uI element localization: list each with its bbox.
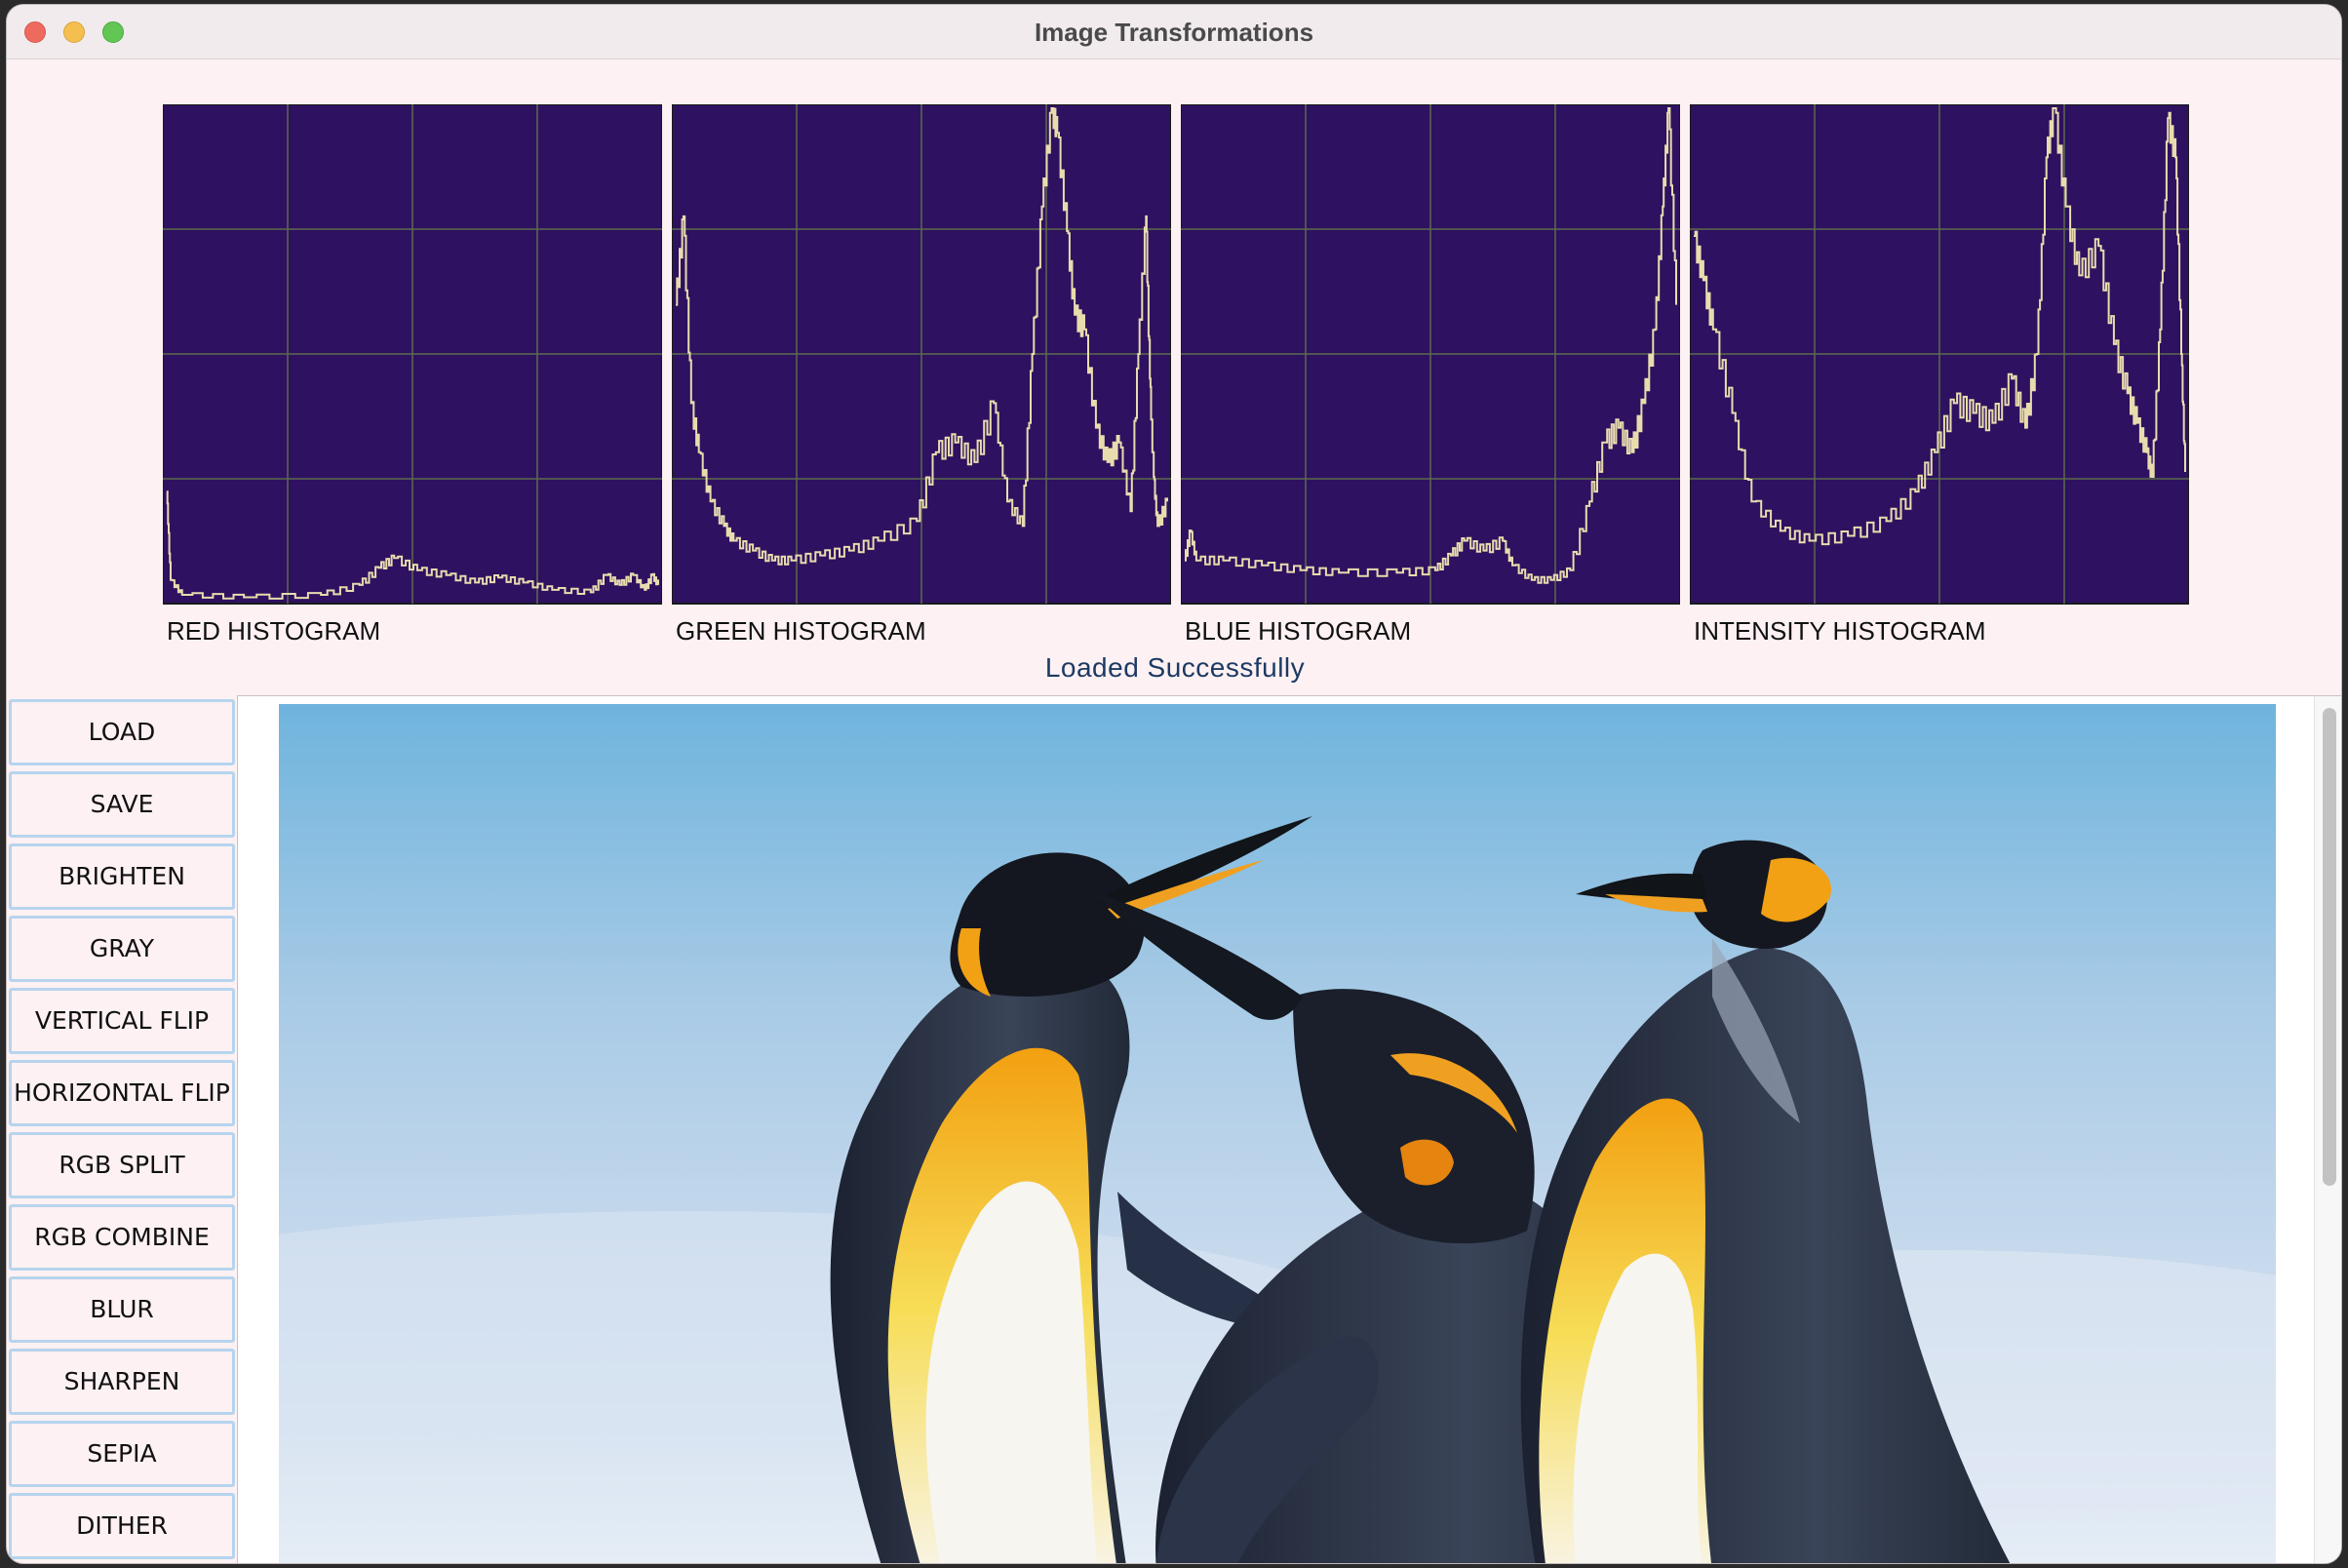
image-viewport[interactable] xyxy=(237,695,2341,1563)
app-window: Image Transformations RED HISTOGRAM GREE… xyxy=(6,4,2342,1564)
vertical-flip-button[interactable]: VERTICAL FLIP xyxy=(9,988,235,1054)
intensity-histogram-chart xyxy=(1690,104,2189,605)
dither-button[interactable]: DITHER xyxy=(9,1493,235,1559)
blue-histogram-label: BLUE HISTOGRAM xyxy=(1185,616,1412,646)
blur-button[interactable]: BLUR xyxy=(9,1276,235,1343)
scrollbar-thumb[interactable] xyxy=(2323,708,2336,1186)
save-button[interactable]: SAVE xyxy=(9,771,235,838)
gray-button[interactable]: GRAY xyxy=(9,916,235,982)
red-histogram-label: RED HISTOGRAM xyxy=(167,616,381,646)
green-histogram-panel: GREEN HISTOGRAM xyxy=(672,104,1171,646)
status-message: Loaded Successfully xyxy=(1044,652,1306,683)
horizontal-flip-button[interactable]: HORIZONTAL FLIP xyxy=(9,1060,235,1126)
penguins-photo xyxy=(279,704,2276,1563)
red-histogram-chart xyxy=(163,104,662,605)
brighten-button[interactable]: BRIGHTEN xyxy=(9,843,235,910)
sharpen-button[interactable]: SHARPEN xyxy=(9,1349,235,1415)
sepia-button[interactable]: SEPIA xyxy=(9,1421,235,1487)
window-title: Image Transformations xyxy=(1034,18,1314,47)
intensity-histogram-panel: INTENSITY HISTOGRAM xyxy=(1690,104,2189,646)
load-button[interactable]: LOAD xyxy=(9,699,235,765)
loaded-image xyxy=(279,704,2276,1563)
rgb-split-button[interactable]: RGB SPLIT xyxy=(9,1132,235,1198)
green-histogram-label: GREEN HISTOGRAM xyxy=(676,616,926,646)
green-histogram-chart xyxy=(672,104,1171,605)
blue-histogram-panel: BLUE HISTOGRAM xyxy=(1181,104,1680,646)
rgb-combine-button[interactable]: RGB COMBINE xyxy=(9,1204,235,1271)
title-bar: Image Transformations xyxy=(7,5,2341,59)
blue-histogram-chart xyxy=(1181,104,1680,605)
vertical-scrollbar[interactable] xyxy=(2314,696,2341,1563)
intensity-histogram-label: INTENSITY HISTOGRAM xyxy=(1694,616,1986,646)
red-histogram-panel: RED HISTOGRAM xyxy=(163,104,662,646)
